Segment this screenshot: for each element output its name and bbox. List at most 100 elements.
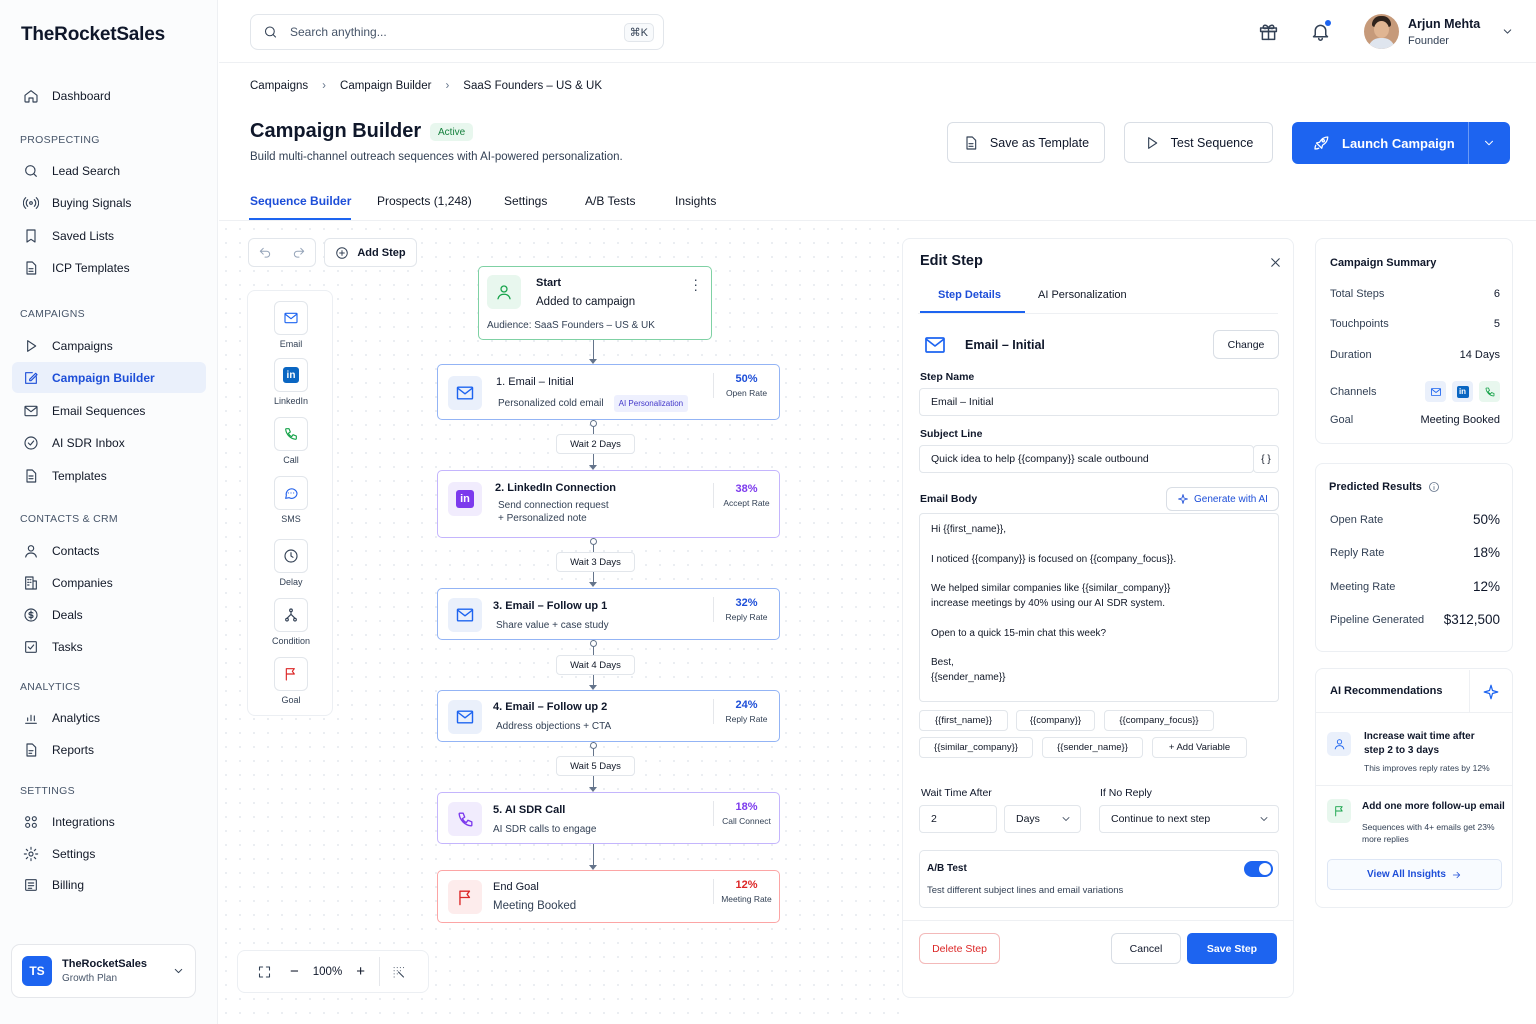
tab-ai-personalization[interactable]: AI Personalization — [1038, 289, 1127, 301]
palette-linkedin[interactable]: in LinkedIn — [248, 358, 334, 406]
edit-icon — [25, 371, 38, 384]
sidebar-item-lead-search[interactable]: Lead Search — [12, 155, 206, 186]
variable-chip[interactable]: {{company_focus}} — [1104, 710, 1214, 731]
sidebar-item-tasks[interactable]: Tasks — [12, 631, 206, 662]
add-variable-button[interactable]: + Add Variable — [1152, 737, 1247, 758]
undo-icon[interactable] — [258, 245, 272, 261]
tab-sequence-builder[interactable]: Sequence Builder — [250, 194, 351, 208]
sidebar-item-dashboard[interactable]: Dashboard — [12, 80, 206, 111]
sidebar-item-billing[interactable]: Billing — [12, 869, 206, 900]
change-button[interactable]: Change — [1213, 330, 1279, 359]
wait-badge[interactable]: Wait 5 Days — [556, 756, 635, 776]
zoom-out-button[interactable]: − — [290, 963, 299, 980]
sidebar-item-reports[interactable]: Reports — [12, 734, 206, 765]
test-sequence-button[interactable]: Test Sequence — [1124, 122, 1273, 163]
wait-badge[interactable]: Wait 2 Days — [556, 434, 635, 454]
step-line: Meeting Booked — [493, 900, 577, 912]
sidebar-item-contacts[interactable]: Contacts — [12, 535, 206, 566]
sidebar-item-deals[interactable]: Deals — [12, 599, 206, 630]
tab-insights[interactable]: Insights — [675, 194, 716, 208]
end-goal-node[interactable]: End Goal Meeting Booked 12% Meeting Rate — [437, 870, 780, 923]
palette-email[interactable]: Email — [248, 301, 334, 349]
sidebar-item-integrations[interactable]: Integrations — [12, 806, 206, 837]
step-name-input[interactable]: Email – Initial — [919, 388, 1279, 416]
braces-icon[interactable]: { } — [1253, 445, 1279, 473]
subject-input[interactable]: Quick idea to help {{company}} scale out… — [919, 445, 1254, 473]
add-step-button[interactable]: Add Step — [324, 238, 417, 267]
tab-settings[interactable]: Settings — [504, 194, 547, 208]
search-bar[interactable]: Search anything... ⌘K — [250, 14, 664, 50]
palette-goal[interactable]: Goal — [248, 657, 334, 705]
fit-screen-icon[interactable] — [257, 964, 272, 980]
step-rate: 12% — [735, 879, 758, 891]
breadcrumb-campaigns[interactable]: Campaigns — [250, 80, 308, 92]
sidebar-item-email-sequences[interactable]: Email Sequences — [12, 395, 206, 426]
home-icon — [24, 89, 38, 103]
palette-condition[interactable]: Condition — [248, 598, 334, 646]
sidebar-item-buying-signals[interactable]: Buying Signals — [12, 187, 206, 218]
start-node[interactable]: Start Added to campaign Audience: SaaS F… — [478, 266, 712, 340]
brand-logo[interactable]: TheRocketSales — [21, 24, 165, 46]
step-node-5[interactable]: 5. AI SDR Call AI SDR calls to engage 18… — [437, 792, 780, 844]
step-node-4[interactable]: 4. Email – Follow up 2 Address objection… — [437, 690, 780, 742]
step-title: 4. Email – Follow up 2 — [493, 701, 608, 713]
view-all-insights-button[interactable]: View All Insights — [1327, 859, 1502, 890]
save-template-button[interactable]: Save as Template — [947, 122, 1105, 163]
generate-ai-button[interactable]: Generate with AI — [1166, 487, 1279, 511]
more-icon[interactable]: · · · — [693, 272, 698, 296]
sidebar-item-saved-lists[interactable]: Saved Lists — [12, 220, 206, 251]
linkedin-icon: in — [456, 490, 474, 508]
palette-delay[interactable]: Delay — [248, 539, 334, 587]
tab-ab-tests[interactable]: A/B Tests — [585, 194, 635, 208]
sparkle-icon[interactable] — [1482, 683, 1500, 701]
gift-icon[interactable] — [1258, 21, 1279, 42]
search-input[interactable]: Search anything... — [290, 25, 387, 39]
wait-value-input[interactable]: 2 — [919, 805, 997, 833]
sidebar-item-icp-templates[interactable]: ICP Templates — [12, 252, 206, 283]
ab-test-toggle[interactable] — [1244, 861, 1273, 877]
wait-unit-select[interactable]: Days — [1004, 805, 1081, 833]
wait-badge[interactable]: Wait 4 Days — [556, 655, 635, 675]
wait-badge[interactable]: Wait 3 Days — [556, 552, 635, 572]
step-node-1[interactable]: 1. Email – Initial Personalized cold ema… — [437, 364, 780, 420]
tab-prospects[interactable]: Prospects (1,248) — [377, 194, 472, 208]
variable-chip[interactable]: {{sender_name}} — [1042, 737, 1143, 758]
step-line: Address objections + CTA — [496, 721, 612, 732]
sidebar-item-label: Campaigns — [52, 338, 113, 353]
workspace-switcher[interactable]: TS TheRocketSales Growth Plan — [11, 944, 196, 998]
sidebar-item-campaign-builder[interactable]: Campaign Builder — [12, 362, 206, 393]
delete-step-button[interactable]: Delete Step — [919, 933, 1000, 964]
sidebar-item-templates[interactable]: Templates — [12, 460, 206, 491]
sidebar-item-settings[interactable]: Settings — [12, 838, 206, 869]
zoom-in-button[interactable]: + — [356, 963, 365, 980]
button-label: Generate with AI — [1194, 493, 1268, 505]
info-icon[interactable] — [1428, 479, 1440, 495]
variable-chip[interactable]: {{first_name}} — [919, 710, 1008, 731]
no-reply-select[interactable]: Continue to next step — [1099, 805, 1279, 833]
redo-icon[interactable] — [292, 245, 306, 261]
report-icon — [26, 742, 37, 757]
launch-campaign-button[interactable]: Launch Campaign — [1292, 122, 1510, 164]
close-icon[interactable] — [1268, 255, 1283, 270]
chevron-down-icon[interactable] — [1501, 25, 1514, 38]
chevron-down-icon[interactable] — [1482, 135, 1496, 151]
arrow-right-icon — [1452, 871, 1461, 878]
sidebar-item-label: Contacts — [52, 543, 100, 558]
palette-sms[interactable]: SMS — [248, 476, 334, 524]
palette-call[interactable]: Call — [248, 417, 334, 465]
sidebar-item-ai-sdr-inbox[interactable]: AI SDR Inbox — [12, 427, 206, 458]
sidebar-item-campaigns[interactable]: Campaigns — [12, 330, 206, 361]
step-node-2[interactable]: in 2. LinkedIn Connection Send connectio… — [437, 470, 780, 538]
summary-key: Duration — [1330, 349, 1372, 361]
save-step-button[interactable]: Save Step — [1187, 933, 1277, 964]
tab-step-details[interactable]: Step Details — [938, 289, 1001, 301]
sidebar-item-companies[interactable]: Companies — [12, 567, 206, 598]
cancel-button[interactable]: Cancel — [1111, 933, 1181, 964]
grid-dots-icon[interactable] — [391, 964, 406, 980]
sidebar-item-analytics[interactable]: Analytics — [12, 702, 206, 733]
avatar[interactable] — [1364, 14, 1399, 49]
variable-chip[interactable]: {{company}} — [1016, 710, 1095, 731]
variable-chip[interactable]: {{similar_company}} — [919, 737, 1033, 758]
step-node-3[interactable]: 3. Email – Follow up 1 Share value + cas… — [437, 588, 780, 640]
breadcrumb-campaign-builder[interactable]: Campaign Builder — [340, 80, 431, 92]
